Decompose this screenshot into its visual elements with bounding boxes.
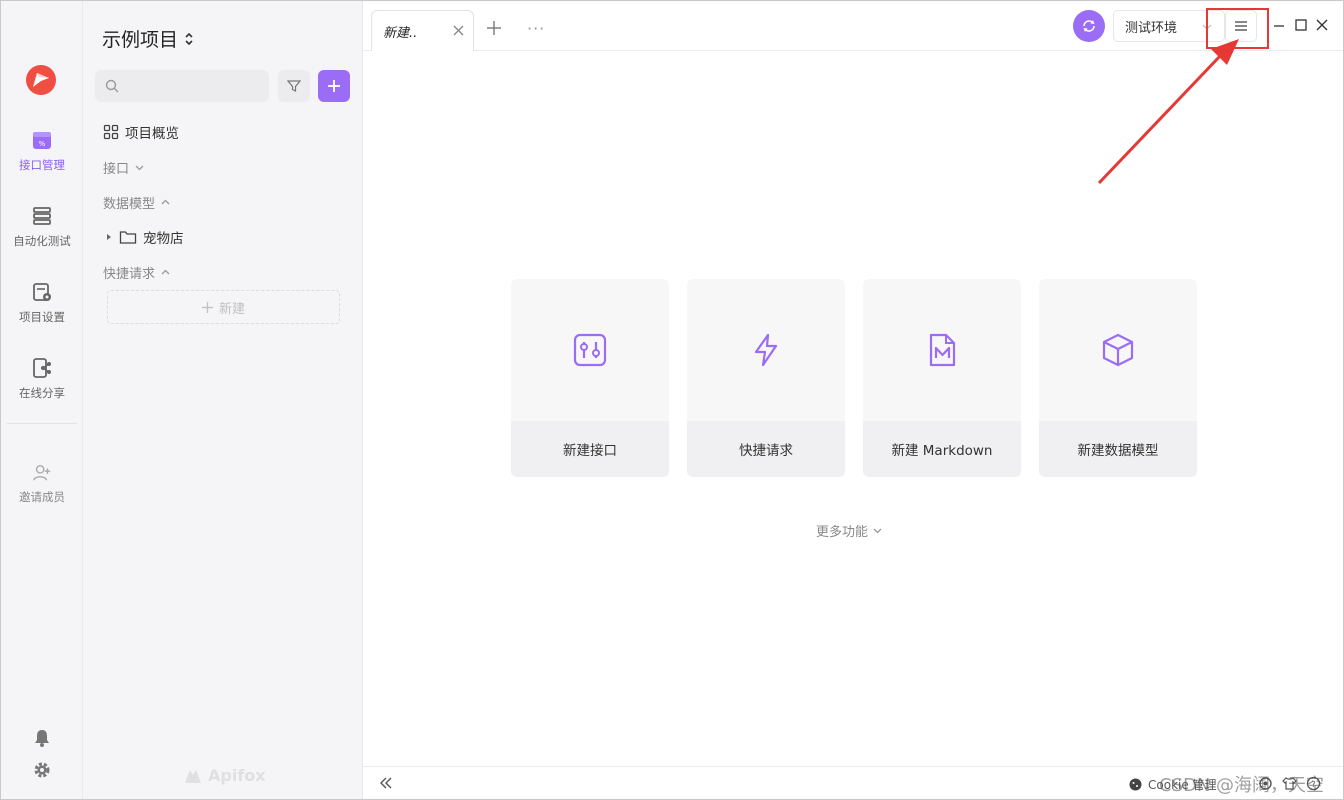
chevron-up-icon	[161, 269, 170, 275]
annotation-arrow	[1097, 39, 1239, 185]
project-title: 示例项目	[102, 29, 179, 51]
share-icon	[33, 358, 51, 378]
tree-section-label: 数据模型	[103, 197, 156, 212]
more-tabs-icon[interactable]: ···	[527, 19, 545, 38]
card-label: 新建 Markdown	[863, 421, 1021, 477]
rail-item-label: 在线分享	[19, 386, 65, 400]
rail-invite-label: 邀请成员	[19, 490, 65, 504]
caret-right-icon	[107, 234, 111, 240]
add-button[interactable]	[318, 70, 350, 102]
plus-icon	[328, 80, 340, 92]
tree-item-overview[interactable]: 项目概览	[103, 122, 179, 142]
automation-icon	[33, 207, 51, 225]
card-quick-request[interactable]: 快捷请求	[687, 279, 845, 477]
cube-icon	[1102, 333, 1134, 367]
collapse-sidebar-icon[interactable]	[379, 776, 393, 790]
card-new-api[interactable]: 新建接口	[511, 279, 669, 477]
chevron-up-icon	[161, 199, 170, 205]
close-icon[interactable]	[452, 24, 465, 37]
search-icon	[105, 79, 119, 93]
add-user-icon	[33, 465, 51, 481]
brand-name: Apifox	[208, 766, 266, 785]
tree-folder-petstore[interactable]: 宠物店	[105, 227, 184, 247]
rail-item-label: 项目设置	[19, 310, 65, 324]
cookie-label: Cookie 管理	[1148, 778, 1217, 792]
cookie-icon	[1129, 778, 1142, 791]
tree-section-quick-request[interactable]: 快捷请求	[103, 263, 170, 282]
brand-logo-icon	[185, 769, 201, 783]
tree-search[interactable]	[95, 70, 269, 102]
tree-section-api[interactable]: 接口	[103, 158, 144, 177]
lightning-icon	[754, 333, 778, 367]
tab-label: 新建..	[383, 25, 418, 41]
gear-icon[interactable]	[32, 760, 52, 780]
filter-icon	[287, 80, 301, 92]
card-icon-area	[687, 279, 845, 421]
api-icon: %	[33, 132, 51, 149]
card-new-data-model[interactable]: 新建数据模型	[1039, 279, 1197, 477]
tree-folder-label: 宠物店	[143, 231, 184, 247]
brand-footer: Apifox	[183, 766, 266, 785]
bell-icon[interactable]	[32, 728, 52, 748]
rail-divider	[7, 423, 77, 424]
svg-text:?: ?	[1311, 780, 1315, 789]
card-icon-area	[1039, 279, 1197, 421]
switch-arrows-icon	[185, 32, 193, 45]
search-input[interactable]	[125, 78, 265, 94]
more-functions-label: 更多功能	[816, 525, 869, 540]
rail-item-label: 接口管理	[19, 158, 65, 172]
card-label: 新建接口	[511, 421, 669, 477]
new-tab-plus-icon[interactable]	[486, 20, 502, 36]
project-switcher[interactable]: 示例项目	[102, 25, 194, 52]
filter-button[interactable]	[278, 70, 310, 102]
plus-icon	[201, 301, 213, 313]
card-icon-area	[511, 279, 669, 421]
help-icon[interactable]: ?	[1306, 776, 1321, 791]
card-icon-area	[863, 279, 1021, 421]
new-label: 新建	[218, 301, 245, 317]
shirt-icon[interactable]	[1282, 776, 1297, 791]
more-functions-toggle[interactable]: 更多功能	[816, 521, 882, 540]
card-label: 快捷请求	[687, 421, 845, 477]
tree-section-label: 快捷请求	[103, 267, 156, 282]
settings-icon[interactable]	[1258, 776, 1273, 791]
rail-item-automation[interactable]: 自动化测试	[1, 205, 83, 267]
new-quick-request-button[interactable]: 新建	[107, 290, 340, 324]
folder-icon	[119, 231, 137, 244]
card-label: 新建数据模型	[1039, 421, 1197, 477]
tab-new[interactable]: 新建..	[371, 10, 474, 51]
app-logo	[26, 65, 56, 95]
status-bar: Cookie 管理 ?	[363, 766, 1343, 799]
tree-item-label: 项目概览	[125, 126, 179, 142]
minimize-icon[interactable]	[1272, 18, 1286, 32]
tree-section-label: 接口	[103, 162, 130, 177]
chevron-down-icon	[873, 528, 882, 534]
markdown-file-icon	[929, 333, 956, 367]
maximize-icon[interactable]	[1294, 18, 1308, 32]
rail-item-project-settings[interactable]: 项目设置	[1, 281, 83, 343]
rail-item-invite-members[interactable]: 邀请成员	[1, 463, 83, 525]
api-icon	[573, 333, 607, 367]
chevron-down-icon	[135, 165, 144, 171]
settings-doc-icon	[33, 283, 51, 301]
project-tree-panel: 示例项目 项目概览 接口 数据模型 宠物店 快捷请求 新建 Apifox	[83, 1, 363, 799]
rail-item-api-management[interactable]: % 接口管理	[1, 129, 83, 191]
left-rail: % 接口管理 自动化测试 项目设置 在线分享 邀请成员	[1, 1, 83, 799]
cookie-manager-button[interactable]: Cookie 管理	[1129, 776, 1217, 793]
window-close-icon[interactable]	[1315, 18, 1329, 32]
svg-text:%: %	[39, 140, 46, 148]
rail-item-label: 自动化测试	[13, 234, 71, 248]
card-new-markdown[interactable]: 新建 Markdown	[863, 279, 1021, 477]
rail-item-online-share[interactable]: 在线分享	[1, 357, 83, 419]
tree-section-data-model[interactable]: 数据模型	[103, 193, 170, 212]
grid-icon	[103, 124, 119, 140]
